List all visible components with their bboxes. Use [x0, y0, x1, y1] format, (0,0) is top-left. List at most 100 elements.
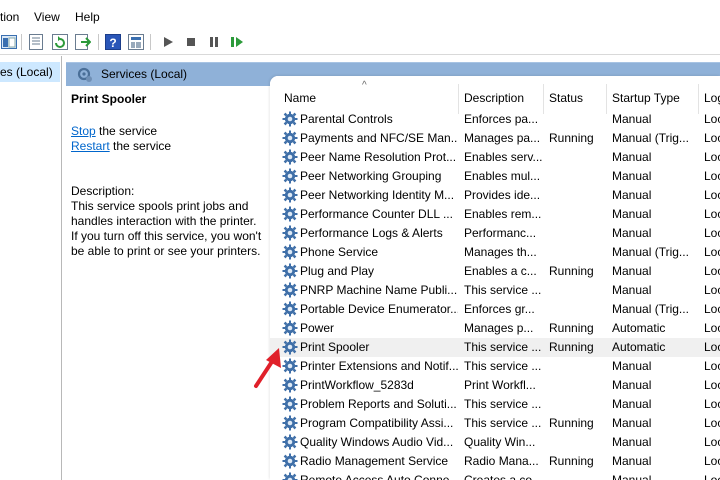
service-startup-type: Manual [612, 397, 652, 411]
service-row[interactable]: PNRP Machine Name Publi... This service .… [270, 281, 720, 300]
description-pane: Print Spooler Stop the service Restart t… [66, 86, 270, 480]
service-row[interactable]: Problem Reports and Soluti... This servic… [270, 395, 720, 414]
service-row[interactable]: Peer Networking Identity M... Provides id… [270, 186, 720, 205]
menu-view[interactable]: View [34, 10, 60, 24]
service-description: Performanc... [464, 226, 537, 240]
service-gear-icon [282, 434, 298, 450]
start-service-icon[interactable] [159, 33, 177, 51]
column-header-name[interactable]: Name [284, 91, 316, 105]
service-description: Quality Win... [464, 435, 536, 449]
toolbar-separator [98, 34, 99, 50]
column-header-log-on-as[interactable]: Log [704, 91, 720, 105]
service-row[interactable]: Radio Management Service Radio Mana... Run… [270, 452, 720, 471]
description-text-line: handles interaction with the printer. [71, 214, 257, 228]
service-description: Enables serv... [464, 150, 542, 164]
stop-line: Stop the service [71, 124, 157, 139]
column-header-startup-type[interactable]: Startup Type [612, 91, 680, 105]
service-description: This service ... [464, 340, 542, 354]
service-description: Provides ide... [464, 188, 541, 202]
stop-service-icon[interactable] [182, 33, 200, 51]
service-startup-type: Automatic [612, 340, 666, 354]
service-startup-type: Manual [612, 169, 652, 183]
service-log-on-as: Loc [704, 283, 720, 297]
restart-service-icon[interactable] [228, 33, 246, 51]
service-log-on-as: Loc [704, 416, 720, 430]
console-tree: es (Local) [0, 56, 62, 480]
service-description: Radio Mana... [464, 454, 539, 468]
service-row[interactable]: Portable Device Enumerator... Enforces gr… [270, 300, 720, 319]
service-log-on-as: Loc [704, 302, 720, 316]
service-gear-icon [282, 206, 298, 222]
service-description: Creates a co... [464, 473, 542, 480]
toolbar-separator [21, 34, 22, 50]
service-row[interactable]: Power Manages p... Running Automatic Loc [270, 319, 720, 338]
service-log-on-as: Loc [704, 473, 720, 480]
restart-suffix: the service [109, 139, 172, 153]
service-row[interactable]: Peer Networking Grouping Enables mul... Ma… [270, 167, 720, 186]
service-name: Peer Networking Identity M... [300, 188, 455, 202]
services-header-title: Services (Local) [101, 67, 188, 81]
service-description: This service ... [464, 416, 542, 430]
service-gear-icon [282, 149, 298, 165]
service-name: Problem Reports and Soluti... [300, 397, 457, 411]
service-description: Print Workfl... [464, 378, 536, 392]
service-log-on-as: Loc [704, 264, 720, 278]
service-gear-icon [282, 377, 298, 393]
service-row[interactable]: Plug and Play Enables a c... Running Manual… [270, 262, 720, 281]
description-label: Description: [71, 184, 135, 198]
service-description: This service ... [464, 283, 542, 297]
tree-item-services-local[interactable]: es (Local) [0, 62, 60, 82]
service-startup-type: Manual [612, 226, 652, 240]
service-row[interactable]: Quality Windows Audio Vid... Quality Win.… [270, 433, 720, 452]
service-row[interactable]: Performance Logs & Alerts Performanc... Ma… [270, 224, 720, 243]
service-name: Phone Service [300, 245, 379, 259]
service-row[interactable]: PrintWorkflow_5283d Print Workfl... Manual… [270, 376, 720, 395]
service-row[interactable]: Performance Counter DLL ... Enables rem..… [270, 205, 720, 224]
column-header-description[interactable]: Description [464, 91, 524, 105]
menu-action[interactable]: ction [0, 10, 19, 24]
service-gear-icon [282, 320, 298, 336]
stop-suffix: the service [95, 124, 158, 138]
service-row[interactable]: Remote Access Auto Conne... Creates a co.… [270, 471, 720, 480]
show-hide-tree-icon[interactable] [0, 33, 18, 51]
service-row[interactable]: Print Spooler This service ... Running Auto… [270, 338, 720, 357]
service-status: Running [549, 454, 594, 468]
service-startup-type: Manual (Trig... [612, 302, 689, 316]
list-header: ^ Name Description Status Startup Type L… [270, 76, 720, 114]
service-description: Enables a c... [464, 264, 537, 278]
column-header-status[interactable]: Status [549, 91, 583, 105]
service-row[interactable]: Parental Controls Enforces pa... Manual Loc [270, 110, 720, 129]
service-status: Running [549, 321, 594, 335]
console-tree-icon[interactable] [127, 33, 145, 51]
service-name: Print Spooler [300, 340, 370, 354]
service-name: Printer Extensions and Notif... [300, 359, 458, 373]
service-startup-type: Manual [612, 207, 652, 221]
help-icon[interactable]: ? [104, 33, 122, 51]
service-gear-icon [282, 111, 298, 127]
service-row[interactable]: Payments and NFC/SE Man... Manages pa... R… [270, 129, 720, 148]
service-startup-type: Manual [612, 378, 652, 392]
service-name: PNRP Machine Name Publi... [300, 283, 458, 297]
service-row[interactable]: Program Compatibility Assi... This servic… [270, 414, 720, 433]
service-row[interactable]: Peer Name Resolution Prot... Enables serv… [270, 148, 720, 167]
service-status: Running [549, 264, 594, 278]
service-row[interactable]: Printer Extensions and Notif... This serv… [270, 357, 720, 376]
service-log-on-as: Loc [704, 150, 720, 164]
export-list-icon[interactable] [74, 33, 92, 51]
pause-service-icon[interactable] [205, 33, 223, 51]
restart-link[interactable]: Restart [71, 139, 110, 153]
refresh-icon[interactable] [51, 33, 69, 51]
service-row[interactable]: Phone Service Manages th... Manual (Trig..… [270, 243, 720, 262]
restart-line: Restart the service [71, 139, 171, 154]
service-gear-icon [282, 472, 298, 480]
service-name: Radio Management Service [300, 454, 449, 468]
stop-link[interactable]: Stop [71, 124, 96, 138]
service-description: This service ... [464, 397, 542, 411]
service-startup-type: Manual [612, 264, 652, 278]
properties-icon[interactable] [27, 33, 45, 51]
service-name: Portable Device Enumerator... [300, 302, 458, 316]
menu-help[interactable]: Help [75, 10, 100, 24]
service-gear-icon [282, 358, 298, 374]
service-gear-icon [282, 187, 298, 203]
service-gear-icon [282, 263, 298, 279]
